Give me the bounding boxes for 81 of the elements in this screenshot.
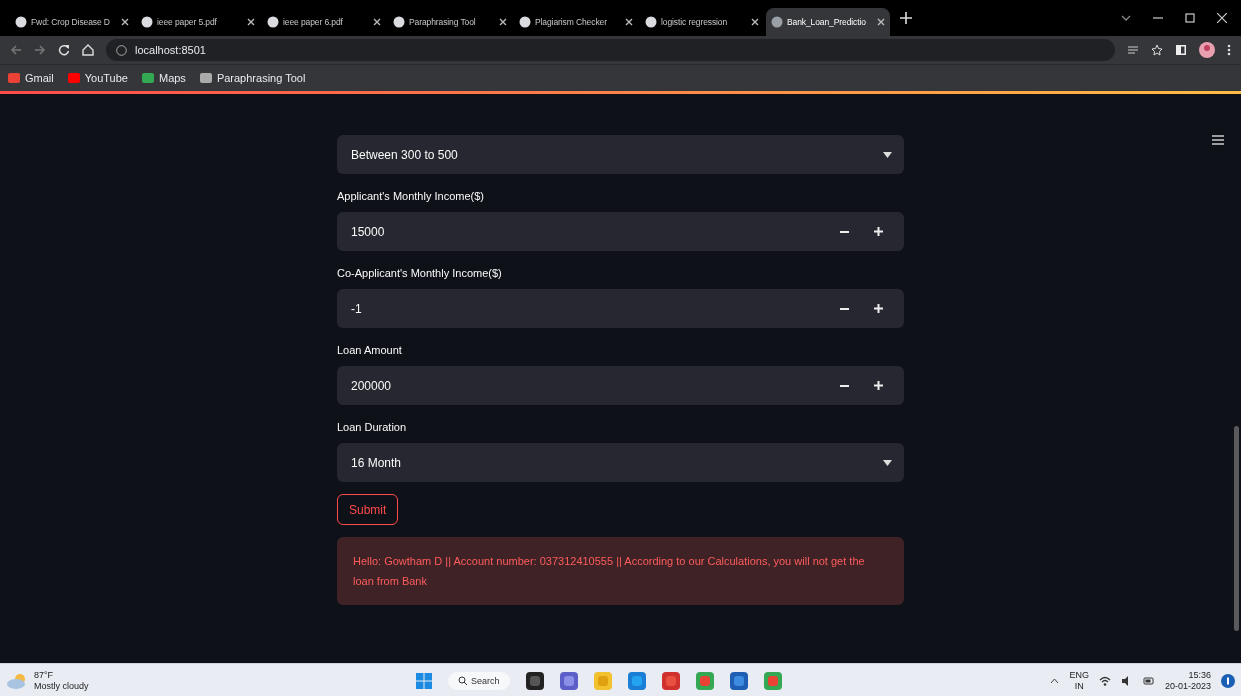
site-icon [267,16,279,28]
plus-icon [873,381,883,390]
close-icon[interactable] [247,18,255,26]
bookmark-icon [67,73,80,83]
wifi-icon[interactable] [1098,675,1111,686]
plus-icon [873,304,883,313]
bookmark-icon [8,73,20,83]
submit-button[interactable]: Submit [337,494,399,525]
site-icon [645,16,657,28]
error-alert: Hello: Gowtham D || Account number: 037312410555 || According to our Calculations, you will not get the loan from Bank [337,537,904,605]
close-icon[interactable] [877,18,885,26]
minus-icon [839,384,849,387]
weather-cloud-icon [6,672,28,689]
temperature-text: 87°F [34,669,55,681]
bookmark[interactable]: Paraphrasing Tool [199,72,306,84]
home-icon[interactable] [82,44,94,56]
browser-tab[interactable]: Bank_Loan_Predictio [766,8,890,36]
close-icon[interactable] [373,18,381,26]
forward-icon[interactable] [34,44,46,56]
field-label: Loan Amount [337,343,403,358]
browser-tab[interactable]: Paraphrasing Tool [388,8,512,36]
star-icon[interactable] [1151,44,1163,56]
browser-tab[interactable]: logistic regression [640,8,764,36]
site-icon [771,16,783,28]
browser-tab[interactable]: ieee paper 5.pdf [136,8,260,36]
select-dropdown[interactable]: 16 Month [337,443,904,482]
site-icon [141,16,153,28]
browser-tab[interactable]: ieee paper 6.pdf [262,8,386,36]
caret-icon [883,151,892,158]
info-icon [116,44,127,56]
more-icon[interactable] [1227,44,1231,56]
clock-date[interactable]: 20-01-2023 [1164,680,1211,692]
share-icon[interactable] [1127,44,1139,56]
close-icon[interactable] [1217,13,1227,23]
site-icon [15,16,27,28]
select-dropdown[interactable]: Between 300 to 500 [337,135,904,174]
maximize-icon[interactable] [1185,13,1195,23]
chevron-icon[interactable] [1121,13,1131,23]
address-bar[interactable]: localhost:8501 [106,39,1115,61]
browser-tab[interactable]: Fwd: Crop Disease D [10,8,134,36]
bookmark[interactable]: Gmail [8,72,54,84]
number-input[interactable]: 200000 [337,366,904,405]
number-input[interactable]: 15000 [337,212,904,251]
sidebar-icon[interactable] [1175,44,1187,56]
bookmark[interactable]: YouTube [67,72,128,84]
new-tab-icon[interactable] [900,12,912,24]
region-text[interactable]: IN [1069,680,1089,692]
search-icon [458,676,467,685]
chevron-up-icon[interactable] [1050,677,1060,684]
url-text: localhost:8501 [135,44,206,56]
close-icon[interactable] [121,18,129,26]
browser-tab[interactable]: Plagiarism Checker [514,8,638,36]
site-icon [393,16,405,28]
battery-icon[interactable] [1142,675,1155,686]
scrollbar-thumb[interactable] [1234,426,1239,631]
bookmark-icon [141,73,154,83]
minus-icon [839,230,849,233]
number-input[interactable]: -1 [337,289,904,328]
plus-icon [873,227,883,236]
caret-icon [883,459,892,466]
app-icon[interactable] [525,671,544,690]
back-icon[interactable] [10,44,22,56]
field-label: Co-Applicant's Monthly Income($) [337,266,503,281]
close-icon[interactable] [751,18,759,26]
search-box[interactable]: Search [448,671,510,690]
weather-text: Mostly cloudy [34,680,89,692]
field-label: Applicant's Monthly Income($) [337,189,485,204]
site-icon [519,16,531,28]
close-icon[interactable] [625,18,633,26]
avatar-icon[interactable] [1199,42,1215,58]
clock-time[interactable]: 15:36 [1164,669,1211,681]
notification-icon[interactable] [1221,673,1235,688]
close-icon[interactable] [499,18,507,26]
reload-icon[interactable] [58,44,70,56]
windows-start-icon[interactable] [416,672,432,689]
bookmark[interactable]: Maps [141,72,186,84]
language-text[interactable]: ENG [1069,669,1089,681]
minus-icon [839,307,849,310]
field-label: Loan Duration [337,420,408,435]
bookmark-icon [199,73,212,83]
menu-icon[interactable] [1212,135,1224,145]
